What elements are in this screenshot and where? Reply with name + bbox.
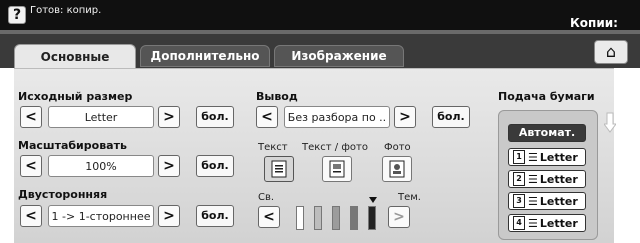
tray-1-paper: Letter: [539, 150, 578, 164]
paper-stack-icon: ☰: [528, 150, 538, 164]
chevron-left-icon: <: [263, 209, 275, 225]
darkness-level-5: [368, 206, 376, 230]
help-button[interactable]: ?: [8, 6, 26, 24]
chevron-right-icon: >: [163, 158, 175, 174]
type-text-photo-label: Текст / фото: [302, 142, 368, 153]
duplex-label: Двусторонняя: [18, 188, 108, 201]
chevron-right-icon: >: [399, 109, 411, 125]
chevron-left-icon: <: [25, 109, 37, 125]
chevron-left-icon: <: [261, 109, 273, 125]
type-text-photo-button[interactable]: [322, 156, 352, 182]
home-button[interactable]: ⌂: [594, 40, 628, 64]
output-prev-button[interactable]: <: [256, 106, 278, 128]
home-icon: ⌂: [605, 42, 617, 61]
tray-2-paper: Letter: [539, 172, 578, 186]
original-size-next-button[interactable]: >: [158, 106, 180, 128]
duplex-value: 1 -> 1-стороннее: [48, 205, 154, 227]
chevron-right-icon: >: [163, 109, 175, 125]
tray-3-paper: Letter: [539, 194, 578, 208]
darkness-level-1: [296, 206, 304, 230]
duplex-next-button[interactable]: >: [158, 205, 180, 227]
darkness-dark-label: Тем.: [398, 192, 421, 203]
output-more-button[interactable]: бол.: [432, 106, 470, 128]
type-text-label: Текст: [258, 142, 288, 153]
tab-advanced[interactable]: Дополнительно: [140, 45, 270, 67]
tray-number-1: 1: [513, 150, 525, 164]
original-size-label: Исходный размер: [18, 90, 133, 103]
type-text-button[interactable]: [264, 156, 294, 182]
duplex-prev-button[interactable]: <: [20, 205, 42, 227]
type-photo-button[interactable]: [382, 156, 412, 182]
tray-number-2: 2: [513, 172, 525, 186]
paper-stack-icon: ☰: [528, 172, 538, 186]
darkness-level-3: [332, 206, 340, 230]
tray-2-button[interactable]: 2 ☰ Letter: [508, 170, 586, 188]
reduce-value: 100%: [48, 155, 154, 177]
reduce-label: Масштабировать: [18, 139, 127, 152]
tray-3-button[interactable]: 3 ☰ Letter: [508, 192, 586, 210]
darkness-lighter-button[interactable]: <: [258, 206, 280, 228]
duplex-more-button[interactable]: бол.: [196, 205, 234, 227]
down-arrow-icon: [603, 112, 617, 133]
chevron-left-icon: <: [25, 158, 37, 174]
text-doc-icon: [271, 160, 287, 178]
darkness-level-2: [314, 206, 322, 230]
output-value: Без разбора по ..: [284, 106, 390, 128]
tray-number-3: 3: [513, 194, 525, 208]
reduce-more-button[interactable]: бол.: [196, 155, 234, 177]
photo-doc-icon: [389, 160, 405, 178]
chevron-right-icon: >: [163, 208, 175, 224]
tray-4-button[interactable]: 4 ☰ Letter: [508, 214, 586, 232]
reduce-next-button[interactable]: >: [158, 155, 180, 177]
original-size-prev-button[interactable]: <: [20, 106, 42, 128]
reduce-prev-button[interactable]: <: [20, 155, 42, 177]
paper-auto-button[interactable]: Автомат.: [508, 124, 586, 142]
chevron-right-icon: >: [393, 209, 405, 225]
paper-supply-label: Подача бумаги: [498, 90, 595, 103]
darkness-darker-button[interactable]: >: [388, 206, 410, 228]
type-photo-label: Фото: [384, 142, 411, 153]
output-next-button[interactable]: >: [394, 106, 416, 128]
tray-1-button[interactable]: 1 ☰ Letter: [508, 148, 586, 166]
paper-stack-icon: ☰: [528, 194, 538, 208]
tab-basic[interactable]: Основные: [14, 44, 136, 68]
output-label: Вывод: [256, 90, 298, 103]
tray-4-paper: Letter: [539, 216, 578, 230]
status-text: Готов: копир.: [30, 5, 102, 16]
tab-image[interactable]: Изображение: [274, 45, 404, 67]
text-photo-doc-icon: [329, 160, 345, 178]
darkness-light-label: Св.: [258, 192, 275, 203]
paper-stack-icon: ☰: [528, 216, 538, 230]
chevron-left-icon: <: [25, 208, 37, 224]
tray-number-4: 4: [513, 216, 525, 230]
original-size-value: Letter: [48, 106, 154, 128]
darkness-level-4: [350, 206, 358, 230]
help-icon: ?: [12, 7, 22, 23]
original-size-more-button[interactable]: бол.: [196, 106, 234, 128]
darkness-pointer-icon: [369, 197, 377, 203]
